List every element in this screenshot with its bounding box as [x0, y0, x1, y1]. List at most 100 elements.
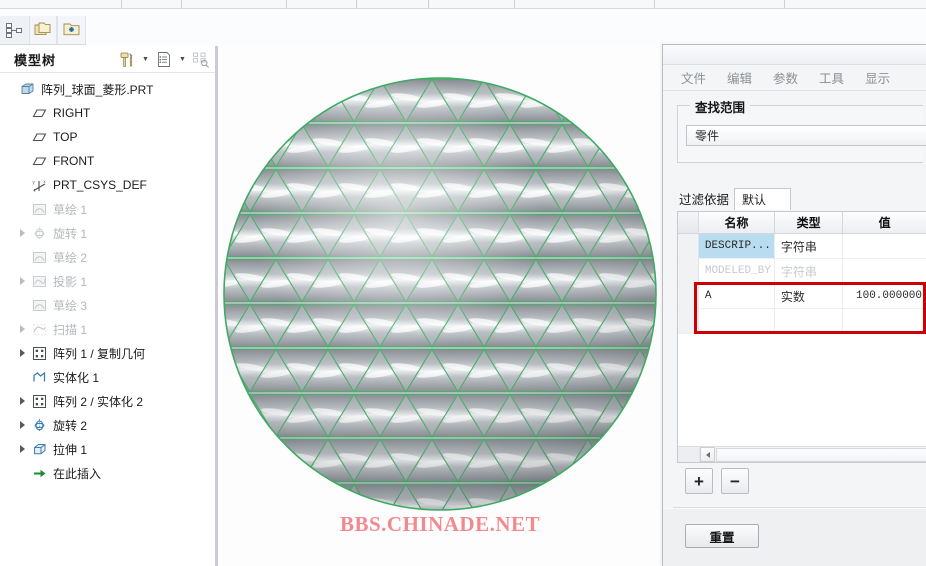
ribbon-segment	[122, 0, 182, 9]
scope-select-value: 零件	[695, 129, 720, 143]
datum-plane-icon	[29, 101, 49, 125]
cell-value[interactable]: 100.000000	[843, 284, 926, 309]
scope-group-label: 查找范围	[690, 97, 751, 116]
cell-type[interactable]: 字符串	[774, 259, 844, 284]
cell-type[interactable]: 字符串	[774, 234, 844, 259]
row-gutter-header	[678, 212, 699, 233]
cell-value[interactable]	[843, 259, 926, 284]
cell-name[interactable]: MODELED_BY	[698, 259, 775, 284]
filter-tab-default[interactable]: 默认	[734, 188, 792, 210]
tree-item[interactable]: 实体化 1	[0, 365, 216, 389]
cell-type[interactable]: 实数	[774, 284, 844, 309]
tree-item-label: 阵列_球面_菱形.PRT	[41, 82, 154, 97]
tree-item-label: FRONT	[53, 154, 95, 168]
table-horizontal-scrollbar[interactable]	[678, 446, 926, 462]
cell-name[interactable]: A	[698, 284, 775, 309]
expand-arrow-icon[interactable]	[16, 413, 29, 437]
table-row[interactable]	[678, 309, 926, 334]
sketch-icon	[29, 293, 49, 317]
tree-item-label: RIGHT	[53, 106, 91, 120]
tree-item[interactable]: 草绘 2	[0, 245, 216, 269]
tree-item-label: 草绘 2	[53, 250, 88, 265]
parameters-table[interactable]: 名称 类型 值 DESCRIP... 字符串 MODELED_BY 字符串 A 实数 100…	[677, 211, 926, 463]
chevron-down-icon[interactable]: ▼	[140, 49, 151, 70]
table-row[interactable]: DESCRIP... 字符串	[678, 234, 926, 259]
table-row[interactable]: MODELED_BY 字符串	[678, 259, 926, 284]
revolve-icon	[29, 413, 49, 437]
watermark-text: BBS.CHINADE.NET	[339, 512, 541, 536]
expand-arrow-icon[interactable]	[16, 437, 29, 461]
tree-item[interactable]: 草绘 1	[0, 197, 216, 221]
tree-item[interactable]: 阵列_球面_菱形.PRT	[0, 77, 216, 101]
column-header-type[interactable]: 类型	[775, 212, 844, 233]
application-window: 模型树 ▼ ▼ 阵列_球面_菱形.PRT RIGHT TOP FRONT y z…	[0, 0, 926, 566]
pattern-icon	[29, 341, 49, 365]
tree-item[interactable]: 阵列 1 / 复制几何	[0, 341, 216, 365]
menu-item-1[interactable]: 文件	[681, 68, 706, 87]
tree-filter-icon[interactable]	[190, 49, 212, 70]
model-3d-render	[223, 77, 657, 511]
tree-item[interactable]: 草绘 3	[0, 293, 216, 317]
tree-item[interactable]: 旋转 1	[0, 221, 216, 245]
tree-item[interactable]: TOP	[0, 125, 216, 149]
tree-item[interactable]: FRONT	[0, 149, 216, 173]
dialog-titlebar[interactable]	[663, 45, 926, 65]
menu-item-4[interactable]: 工具	[819, 68, 844, 87]
folder-copy-icon[interactable]	[28, 16, 58, 44]
tree-item[interactable]: y z x PRT_CSYS_DEF	[0, 173, 216, 197]
tree-item[interactable]: RIGHT	[0, 101, 216, 125]
scope-select[interactable]: 零件	[686, 125, 926, 146]
tree-item[interactable]: 旋转 2	[0, 413, 216, 437]
dialog-menubar: 文件 编辑 参数 工具 显示	[663, 65, 926, 91]
cell-value[interactable]	[843, 234, 926, 259]
column-header-value[interactable]: 值	[843, 212, 926, 233]
scroll-left-arrow-icon[interactable]	[700, 447, 715, 462]
tree-item[interactable]: 阵列 2 / 实体化 2	[0, 389, 216, 413]
model-tree-toggle-icon[interactable]	[0, 16, 29, 44]
ribbon-segment	[287, 0, 357, 9]
expand-arrow-icon[interactable]	[16, 221, 29, 245]
cell-value[interactable]	[843, 309, 926, 334]
column-header-name[interactable]: 名称	[699, 212, 775, 233]
menu-item-2[interactable]: 编辑	[727, 68, 752, 87]
folder-new-icon[interactable]	[57, 16, 87, 44]
expand-arrow-icon[interactable]	[16, 341, 29, 365]
tree-item[interactable]: 扫描 1	[0, 317, 216, 341]
cell-type[interactable]	[774, 309, 844, 334]
tree-item-label: 旋转 2	[53, 418, 88, 433]
row-gutter[interactable]	[678, 309, 699, 334]
cell-name[interactable]: DESCRIP...	[698, 234, 775, 259]
graphics-viewport[interactable]: BBS.CHINADE.NET	[218, 46, 662, 566]
list-options-icon[interactable]	[153, 49, 175, 70]
tree-item[interactable]: 拉伸 1	[0, 437, 216, 461]
reset-button[interactable]: 重置	[685, 524, 759, 548]
settings-hammer-icon[interactable]	[116, 49, 138, 70]
menu-item-3[interactable]: 参数	[773, 68, 798, 87]
ribbon-segment	[0, 0, 122, 9]
row-gutter[interactable]	[678, 259, 699, 284]
row-gutter[interactable]	[678, 284, 699, 309]
scrollbar-track[interactable]	[716, 447, 926, 462]
tree-item-label: 草绘 3	[53, 298, 88, 313]
solidify-icon	[29, 365, 49, 389]
cell-name[interactable]	[698, 309, 775, 334]
menu-item-5[interactable]: 显示	[865, 68, 890, 87]
add-parameter-button[interactable]: +	[685, 468, 713, 494]
expand-arrow-icon[interactable]	[16, 389, 29, 413]
chevron-down-icon[interactable]: ▼	[177, 49, 188, 70]
navigator-tool-group	[0, 16, 87, 45]
tree-item-label: 阵列 2 / 实体化 2	[53, 394, 144, 409]
expand-arrow-icon[interactable]	[16, 317, 29, 341]
table-row[interactable]: A 实数 100.000000	[678, 284, 926, 309]
tree-item[interactable]: 投影 1	[0, 269, 216, 293]
row-gutter[interactable]	[678, 234, 699, 259]
pattern-icon	[29, 389, 49, 413]
expand-arrow-icon[interactable]	[16, 269, 29, 293]
tree-item[interactable]: 在此插入	[0, 461, 216, 485]
remove-parameter-button[interactable]: −	[721, 468, 749, 494]
